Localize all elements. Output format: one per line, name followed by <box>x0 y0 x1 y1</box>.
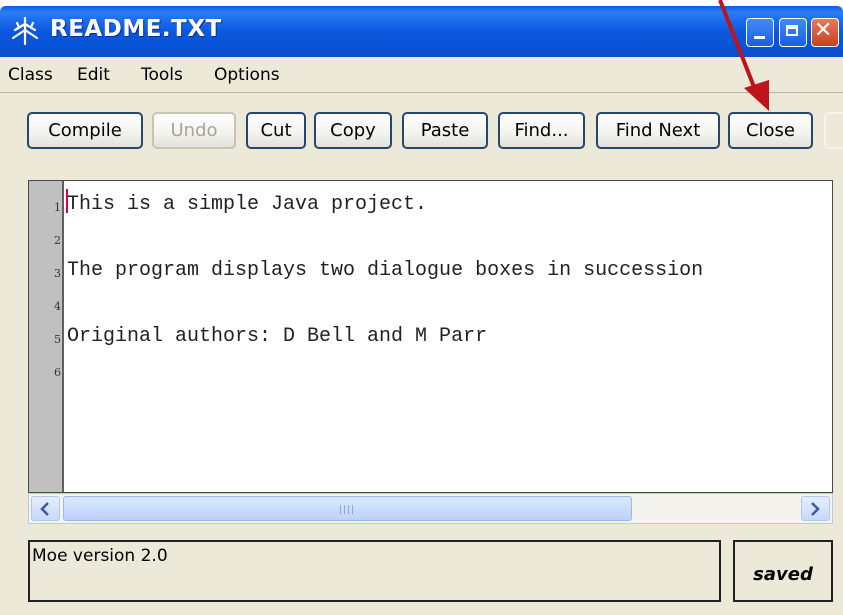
line-number: 5 <box>54 333 61 346</box>
close-button[interactable]: Close <box>728 112 813 149</box>
scroll-right-button[interactable] <box>801 496 830 521</box>
line-number-gutter: 1 2 3 4 5 6 <box>29 181 64 492</box>
line-number: 2 <box>54 234 61 247</box>
horizontal-scrollbar[interactable] <box>28 493 833 524</box>
minimize-button[interactable] <box>746 18 774 47</box>
title-bar[interactable]: README.TXT ✕ <box>0 6 843 57</box>
cut-button[interactable]: Cut <box>246 112 306 149</box>
maximize-button[interactable] <box>779 18 807 47</box>
minimize-icon <box>754 36 765 39</box>
status-message: Moe version 2.0 <box>32 546 168 566</box>
scroll-left-button[interactable] <box>31 496 60 521</box>
menu-tools[interactable]: Tools <box>141 65 183 85</box>
line-number: 4 <box>54 300 61 313</box>
tree-icon <box>11 16 39 46</box>
status-bar: Moe version 2.0 <box>28 540 721 602</box>
code-line[interactable]: Original authors: D Bell and M Parr <box>67 325 487 348</box>
close-window-button[interactable]: ✕ <box>811 18 839 47</box>
code-line[interactable]: This is a simple Java project. <box>67 193 427 216</box>
scroll-thumb[interactable] <box>63 496 632 521</box>
find-next-button[interactable]: Find Next <box>596 112 720 149</box>
save-state-box: saved <box>733 540 833 602</box>
close-icon: ✕ <box>814 18 833 43</box>
line-number: 3 <box>54 267 61 280</box>
text-editor[interactable]: 1 2 3 4 5 6 This is a simple Java projec… <box>28 180 833 493</box>
menu-options[interactable]: Options <box>214 65 280 85</box>
window-title: README.TXT <box>50 16 222 42</box>
find-button[interactable]: Find... <box>498 112 585 149</box>
chevron-left-icon <box>40 502 49 516</box>
paste-button[interactable]: Paste <box>402 112 488 149</box>
compile-button[interactable]: Compile <box>27 112 143 149</box>
menu-edit[interactable]: Edit <box>77 65 110 85</box>
toolbar-overflow-button[interactable] <box>824 112 843 149</box>
save-state-label: saved <box>753 564 813 585</box>
line-number: 6 <box>54 366 61 379</box>
line-number: 1 <box>54 201 61 214</box>
maximize-icon <box>786 25 798 36</box>
code-line[interactable]: The program displays two dialogue boxes … <box>67 259 703 282</box>
copy-button[interactable]: Copy <box>314 112 392 149</box>
menu-bar: Class Edit Tools Options <box>0 57 843 93</box>
undo-button[interactable]: Undo <box>152 112 236 149</box>
grip-icon <box>340 505 356 514</box>
menu-class[interactable]: Class <box>8 65 53 85</box>
chevron-right-icon <box>811 502 820 516</box>
